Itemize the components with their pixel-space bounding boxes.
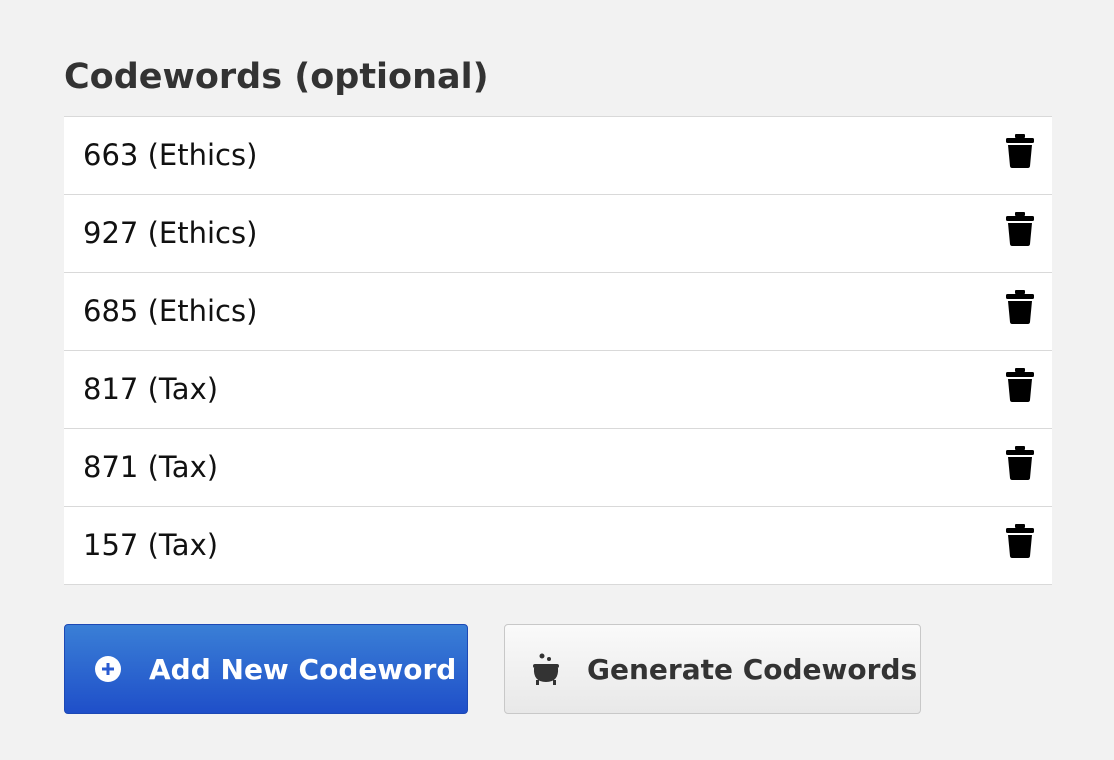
trash-icon[interactable] [1006,134,1034,168]
list-item: 927 (Ethics) [64,195,1052,273]
plus-circle-icon [93,654,123,684]
trash-icon[interactable] [1006,446,1034,480]
add-codeword-label: Add New Codeword [149,652,457,686]
codeword-label: 685 (Ethics) [83,294,258,328]
codeword-label: 927 (Ethics) [83,216,258,250]
add-codeword-button[interactable]: Add New Codeword [64,624,468,714]
trash-icon[interactable] [1006,212,1034,246]
generate-codewords-button[interactable]: Generate Codewords [504,624,921,714]
codeword-list: 663 (Ethics) 927 (Ethics) 685 (Ethics) 8… [64,116,1052,585]
codeword-label: 817 (Tax) [83,372,219,406]
codeword-label: 663 (Ethics) [83,138,258,172]
trash-icon[interactable] [1006,290,1034,324]
action-buttons: Add New Codeword Generate Codewords [64,624,1052,716]
list-item: 817 (Tax) [64,351,1052,429]
list-item: 871 (Tax) [64,429,1052,507]
cauldron-icon [531,652,561,686]
section-title: Codewords (optional) [64,57,489,97]
list-item: 157 (Tax) [64,507,1052,585]
list-item: 663 (Ethics) [64,117,1052,195]
codeword-label: 157 (Tax) [83,528,219,562]
trash-icon[interactable] [1006,368,1034,402]
codewords-panel: Codewords (optional) 663 (Ethics) 927 (E… [64,52,1052,585]
codeword-label: 871 (Tax) [83,450,219,484]
trash-icon[interactable] [1006,524,1034,558]
list-item: 685 (Ethics) [64,273,1052,351]
generate-codewords-label: Generate Codewords [587,652,918,686]
